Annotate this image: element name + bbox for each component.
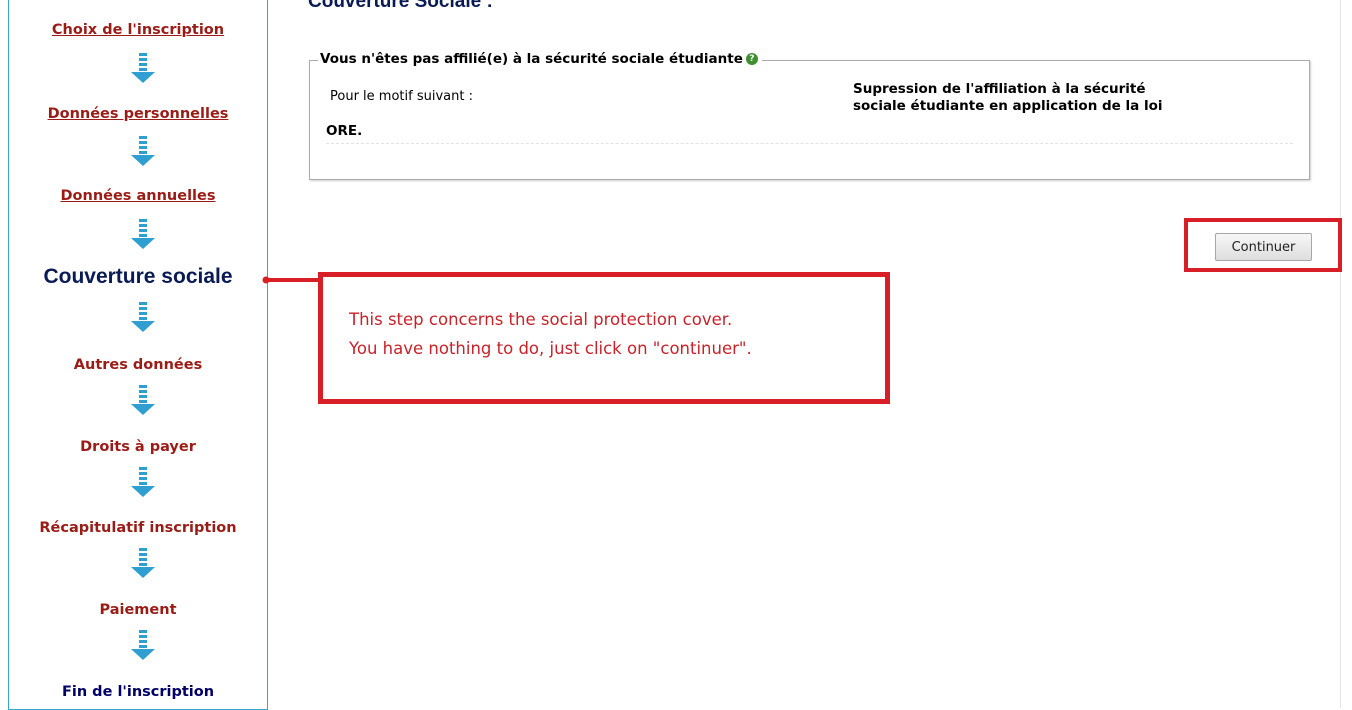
step-donnees-personnelles[interactable]: Données personnelles: [9, 103, 267, 122]
legend-text: Vous n'êtes pas affilié(e) à la sécurité…: [320, 51, 743, 67]
callout-connector: [262, 276, 322, 284]
step-fin-inscription: Fin de l'inscription: [9, 681, 267, 700]
page-title: Couverture Sociale :: [308, 0, 493, 12]
down-arrow-icon: [131, 302, 155, 332]
step-recapitulatif: Récapitulatif inscription: [9, 517, 267, 536]
step-label: Autres données: [73, 357, 203, 373]
step-link[interactable]: Données personnelles: [48, 106, 229, 122]
step-label: Droits à payer: [80, 439, 196, 455]
step-couverture-sociale: Couverture sociale: [9, 265, 267, 289]
reason-value: Supression de l'affiliation à la sécurit…: [853, 81, 1273, 115]
callout-line: This step concerns the social protection…: [349, 310, 733, 329]
step-paiement: Paiement: [9, 599, 267, 618]
step-label: Paiement: [99, 602, 177, 618]
steps-sidebar: Choix de l'inscription Données personnel…: [8, 0, 268, 710]
down-arrow-icon: [131, 385, 155, 415]
step-donnees-annuelles[interactable]: Données annuelles: [9, 185, 267, 204]
down-arrow-icon: [131, 548, 155, 578]
button-highlight-box: [1184, 218, 1342, 272]
help-icon[interactable]: ?: [745, 53, 758, 65]
annotation-callout: This step concerns the social protection…: [318, 272, 890, 404]
step-label: Récapitulatif inscription: [39, 520, 237, 536]
step-link[interactable]: Choix de l'inscription: [52, 22, 224, 38]
down-arrow-icon: [131, 53, 155, 83]
reason-label: Pour le motif suivant :: [330, 89, 473, 104]
current-step-label: Couverture sociale: [43, 265, 233, 288]
down-arrow-icon: [131, 630, 155, 660]
down-arrow-icon: [131, 136, 155, 166]
step-choix-inscription[interactable]: Choix de l'inscription: [9, 19, 267, 38]
step-link[interactable]: Données annuelles: [61, 188, 216, 204]
fieldset-legend: Vous n'êtes pas affilié(e) à la sécurité…: [318, 51, 762, 67]
social-security-fieldset: Vous n'êtes pas affilié(e) à la sécurité…: [309, 51, 1310, 180]
callout-text: This step concerns the social protection…: [349, 305, 752, 363]
reason-value-line: sociale étudiante en application de la l…: [853, 98, 1163, 114]
callout-line: You have nothing to do, just click on "c…: [349, 339, 752, 358]
page-edge: [1340, 0, 1341, 708]
down-arrow-icon: [131, 467, 155, 497]
step-label: Fin de l'inscription: [61, 684, 215, 700]
down-arrow-icon: [131, 219, 155, 249]
step-droits-a-payer: Droits à payer: [9, 436, 267, 455]
divider: [326, 143, 1293, 144]
reason-value-end: ORE.: [326, 123, 363, 139]
reason-value-line: Supression de l'affiliation à la sécurit…: [853, 81, 1146, 97]
step-autres-donnees: Autres données: [9, 354, 267, 373]
